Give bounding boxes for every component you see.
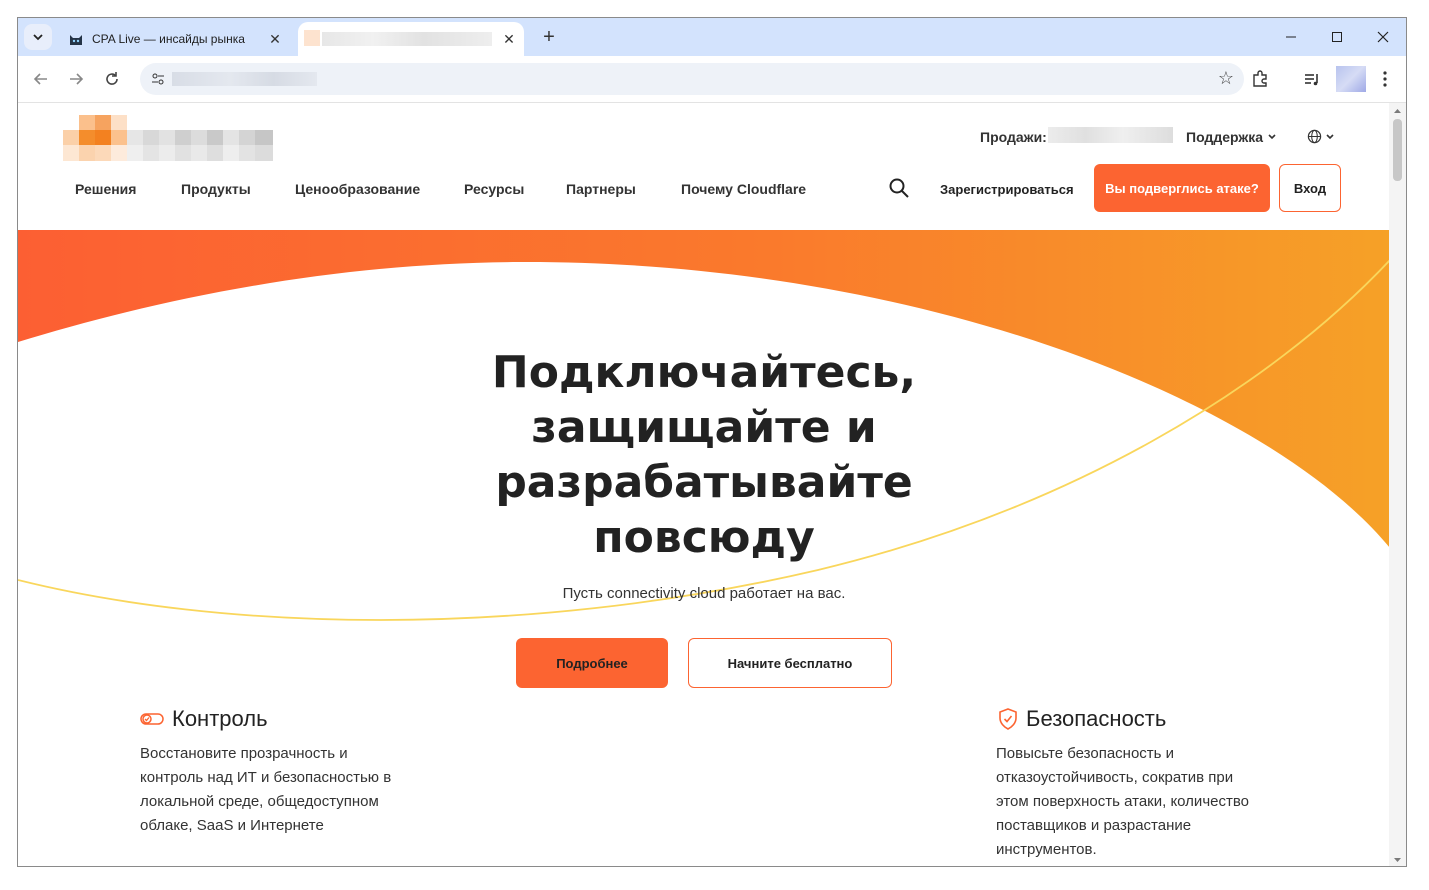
tab-cpa-live[interactable]: CPA Live — инсайды рынка ✕	[60, 22, 290, 56]
hero-title: Подключайтесь, защищайте и разрабатывайт…	[454, 345, 954, 565]
sales-label: Продажи:	[980, 129, 1047, 145]
search-button[interactable]	[888, 177, 910, 204]
close-tab-icon[interactable]: ✕	[266, 30, 284, 48]
media-controls-button[interactable]	[1299, 66, 1325, 92]
language-selector[interactable]	[1307, 129, 1335, 144]
scrollbar-thumb[interactable]	[1393, 119, 1402, 181]
nav-item-resources[interactable]: Ресурсы	[464, 181, 524, 197]
close-window-button[interactable]	[1360, 18, 1406, 56]
feature-security-title: Безопасность	[998, 706, 1166, 732]
hero-subtitle: Пусть connectivity cloud работает на вас…	[562, 585, 846, 602]
login-button[interactable]: Вход	[1279, 164, 1341, 212]
reload-button[interactable]	[99, 66, 125, 92]
feature-line: локальной среде, общедоступном	[140, 793, 379, 810]
forward-button[interactable]	[63, 66, 89, 92]
learn-more-button[interactable]: Подробнее	[516, 638, 668, 688]
feature-title-text: Безопасность	[1026, 706, 1167, 731]
url-text-blurred	[172, 72, 317, 86]
web-page: Продажи: Поддержка Решения Продукты Цено…	[18, 103, 1390, 866]
maximize-icon	[1332, 32, 1342, 42]
chevron-down-icon	[33, 34, 43, 41]
nav-item-pricing[interactable]: Ценообразование	[295, 181, 420, 197]
chevron-down-icon	[1326, 133, 1334, 139]
toggle-check-icon	[140, 713, 164, 725]
nav-item-partners[interactable]: Партнеры	[566, 181, 636, 197]
tab-active[interactable]: ✕	[298, 22, 524, 56]
tab-search-button[interactable]	[24, 24, 52, 50]
extensions-button[interactable]	[1247, 66, 1273, 92]
back-button[interactable]	[28, 66, 54, 92]
kebab-menu-icon	[1383, 71, 1387, 87]
scroll-down-arrow-icon[interactable]	[1389, 854, 1406, 866]
feature-control-title: Контроль	[140, 706, 268, 732]
feature-line: инструментов.	[996, 841, 1097, 858]
feature-line: облаке, SaaS и Интернете	[140, 817, 324, 834]
feature-line: контроль над ИТ и безопасностью в	[140, 769, 392, 786]
feature-line: отказоустойчивость, сократив при	[996, 769, 1234, 786]
scroll-up-arrow-icon[interactable]	[1389, 105, 1406, 117]
hero-title-line: Подключайтесь,	[491, 347, 917, 398]
address-bar[interactable]: ☆	[140, 63, 1244, 95]
site-logo[interactable]	[63, 115, 273, 161]
site-settings-icon[interactable]	[148, 69, 168, 89]
chevron-down-icon	[1268, 134, 1276, 140]
search-icon	[889, 178, 909, 198]
reload-icon	[106, 72, 118, 85]
minimize-icon	[1286, 36, 1296, 38]
feature-line: Восстановите прозрачность и	[140, 745, 348, 762]
feature-line: этом поверхность атаки, количество	[996, 793, 1249, 810]
maximize-button[interactable]	[1314, 18, 1360, 56]
globe-icon	[1307, 129, 1322, 144]
tab-strip: CPA Live — инсайды рынка ✕ ✕ +	[18, 18, 1406, 56]
nav-item-why-cloudflare[interactable]: Почему Cloudflare	[681, 181, 806, 197]
browser-toolbar: ☆	[18, 56, 1406, 103]
feature-line: Повысьте безопасность и	[996, 745, 1175, 762]
start-free-button[interactable]: Начните бесплатно	[688, 638, 892, 688]
hero-title-line: защищайте и	[531, 402, 877, 453]
feature-title-text: Контроль	[172, 706, 268, 731]
playlist-icon	[1305, 74, 1318, 86]
nav-item-products[interactable]: Продукты	[181, 181, 251, 197]
support-label: Поддержка	[1186, 129, 1264, 145]
new-tab-button[interactable]: +	[538, 26, 560, 48]
under-attack-button[interactable]: Вы подверглись атаке?	[1094, 164, 1270, 212]
browser-menu-button[interactable]	[1372, 66, 1398, 92]
browser-window: CPA Live — инсайды рынка ✕ ✕ + ☆ Продажи…	[17, 17, 1407, 867]
feature-control-text: Восстановите прозрачность и контроль над…	[140, 742, 430, 838]
tab-title: CPA Live — инсайды рынка	[92, 32, 245, 46]
nav-item-solutions[interactable]: Решения	[75, 181, 136, 197]
hero-title-line: повсюду	[593, 512, 815, 563]
page-scrollbar[interactable]	[1389, 103, 1406, 866]
hero-title-line: разрабатывайте	[495, 457, 913, 508]
arrow-left-icon	[33, 73, 47, 85]
bookmark-star-icon[interactable]: ☆	[1218, 68, 1234, 89]
hero-section: Подключайтесь, защищайте и разрабатывайт…	[18, 230, 1390, 866]
feature-line: поставщиков и разрастание	[996, 817, 1192, 834]
sales-phone-blurred[interactable]	[1048, 127, 1173, 143]
feature-security-text: Повысьте безопасность и отказоустойчивос…	[996, 742, 1286, 862]
tab-favicon-blurred	[304, 30, 320, 46]
puzzle-icon	[1253, 70, 1267, 87]
support-dropdown[interactable]: Поддержка	[1186, 129, 1277, 145]
cat-favicon-icon	[70, 35, 82, 45]
minimize-button[interactable]	[1268, 18, 1314, 56]
close-tab-icon[interactable]: ✕	[500, 30, 518, 48]
profile-avatar[interactable]	[1336, 66, 1366, 92]
signup-link[interactable]: Зарегистрироваться	[940, 182, 1074, 197]
close-icon	[1377, 31, 1389, 43]
arrow-right-icon	[70, 73, 84, 85]
tab-title-blurred	[322, 32, 492, 46]
shield-check-icon	[999, 708, 1017, 730]
